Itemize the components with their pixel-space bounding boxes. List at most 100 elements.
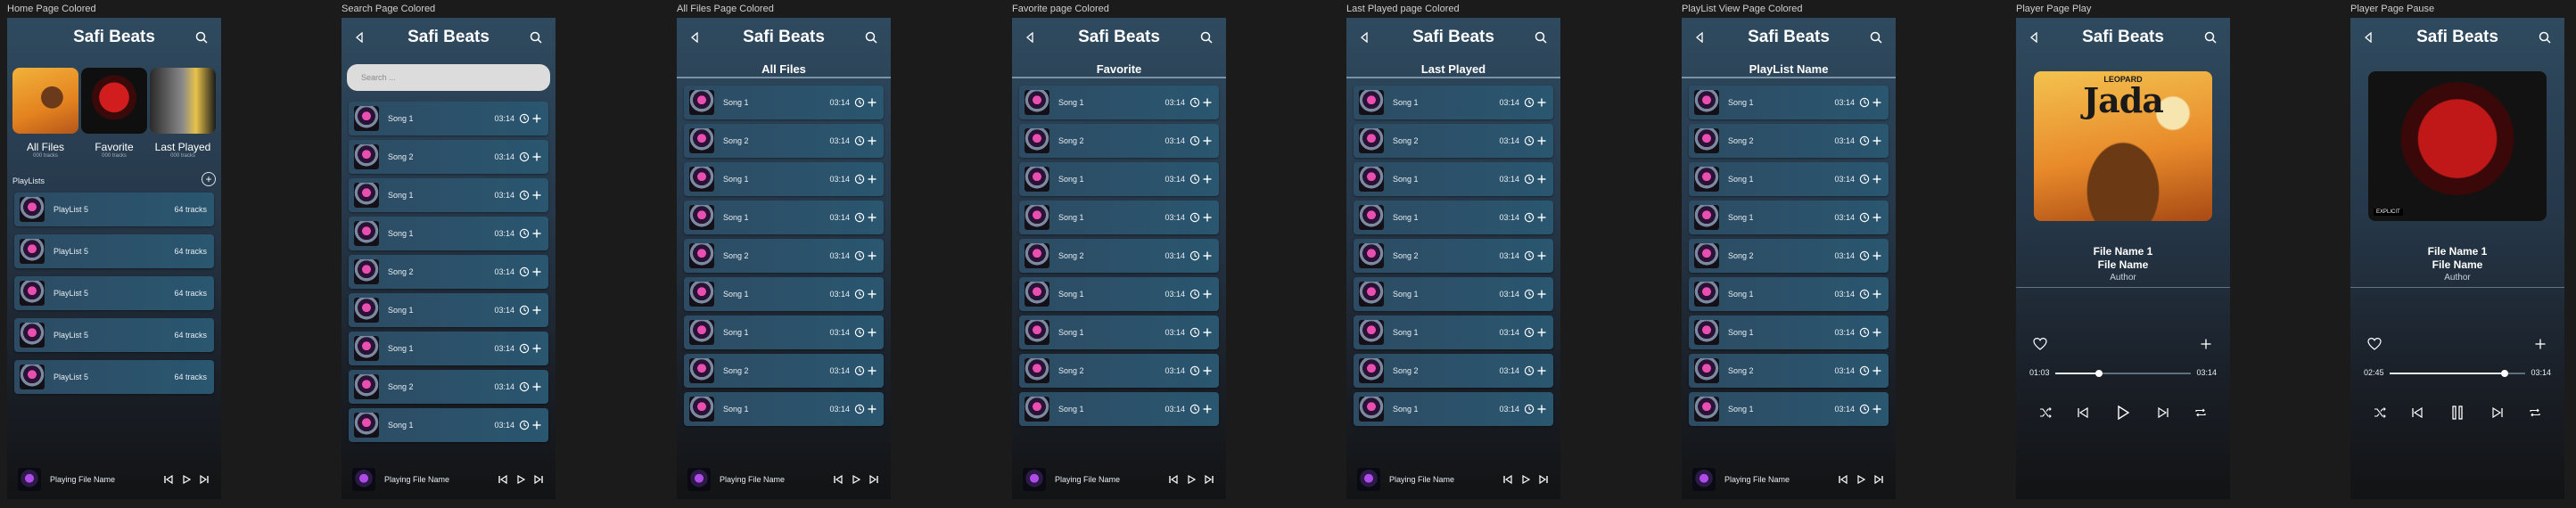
add-icon[interactable] — [1535, 173, 1548, 185]
playlist-row[interactable]: PlayList 5 64 tracks — [14, 360, 214, 394]
song-row[interactable]: Song 1 03:14 — [684, 392, 884, 426]
next-icon[interactable] — [2491, 406, 2504, 419]
add-icon[interactable] — [1201, 403, 1214, 415]
clock-icon[interactable] — [1189, 326, 1201, 339]
add-icon[interactable] — [1201, 211, 1214, 224]
clock-icon[interactable] — [1189, 403, 1201, 415]
clock-icon[interactable] — [1523, 96, 1535, 109]
play-icon[interactable] — [1185, 473, 1197, 486]
search-icon[interactable] — [193, 29, 210, 46]
repeat-icon[interactable] — [2529, 406, 2541, 419]
add-icon[interactable] — [1535, 211, 1548, 224]
add-icon[interactable] — [866, 211, 878, 224]
clock-icon[interactable] — [853, 365, 866, 377]
add-icon[interactable] — [1201, 173, 1214, 185]
add-icon[interactable] — [1871, 326, 1883, 339]
clock-icon[interactable] — [518, 151, 531, 163]
add-icon[interactable] — [866, 403, 878, 415]
clock-icon[interactable] — [853, 211, 866, 224]
shuffle-icon[interactable] — [2039, 406, 2052, 419]
add-icon[interactable] — [1871, 211, 1883, 224]
back-icon[interactable] — [2359, 29, 2377, 46]
add-playlist-button[interactable]: + — [202, 172, 216, 186]
play-icon[interactable] — [850, 473, 862, 486]
add-icon[interactable] — [531, 227, 543, 240]
back-icon[interactable] — [686, 29, 704, 46]
song-row[interactable]: Song 1 03:14 — [1354, 201, 1553, 234]
add-icon[interactable] — [1871, 365, 1883, 377]
clock-icon[interactable] — [1858, 403, 1871, 415]
song-row[interactable]: Song 1 03:14 — [349, 217, 548, 250]
now-playing-bar[interactable]: Playing File Name — [1346, 460, 1560, 499]
add-icon[interactable] — [866, 173, 878, 185]
song-row[interactable]: Song 2 03:14 — [349, 255, 548, 289]
song-row[interactable]: Song 2 03:14 — [349, 370, 548, 404]
song-row[interactable]: Song 1 03:14 — [349, 408, 548, 442]
add-icon[interactable] — [1871, 403, 1883, 415]
progress-knob[interactable] — [2095, 370, 2103, 377]
clock-icon[interactable] — [853, 288, 866, 300]
clock-icon[interactable] — [1523, 173, 1535, 185]
add-icon[interactable] — [531, 419, 543, 431]
shuffle-icon[interactable] — [2374, 406, 2386, 419]
clock-icon[interactable] — [853, 250, 866, 262]
song-row[interactable]: Song 1 03:14 — [684, 201, 884, 234]
add-icon[interactable] — [1535, 96, 1548, 109]
next-icon[interactable] — [198, 473, 210, 486]
add-icon[interactable] — [531, 342, 543, 355]
clock-icon[interactable] — [1858, 326, 1871, 339]
song-row[interactable]: Song 1 03:14 — [1354, 86, 1553, 119]
previous-icon[interactable] — [2411, 406, 2424, 419]
clock-icon[interactable] — [1189, 211, 1201, 224]
clock-icon[interactable] — [1523, 365, 1535, 377]
add-icon[interactable] — [866, 365, 878, 377]
add-icon[interactable] — [1201, 135, 1214, 147]
search-icon[interactable] — [862, 29, 880, 46]
song-row[interactable]: Song 1 03:14 — [1689, 86, 1889, 119]
clock-icon[interactable] — [1858, 211, 1871, 224]
search-icon[interactable] — [1197, 29, 1215, 46]
now-playing-bar[interactable]: Playing File Name — [342, 460, 556, 499]
now-playing-bar[interactable]: Playing File Name — [677, 460, 891, 499]
add-icon[interactable] — [1535, 365, 1548, 377]
previous-icon[interactable] — [1167, 473, 1180, 486]
previous-icon[interactable] — [162, 473, 175, 486]
clock-icon[interactable] — [518, 304, 531, 316]
song-row[interactable]: Song 2 03:14 — [1019, 354, 1219, 388]
song-row[interactable]: Song 1 03:14 — [684, 162, 884, 196]
add-icon[interactable] — [531, 381, 543, 393]
add-icon[interactable] — [1201, 326, 1214, 339]
search-icon[interactable] — [2536, 29, 2554, 46]
clock-icon[interactable] — [1523, 288, 1535, 300]
song-row[interactable]: Song 1 03:14 — [1689, 201, 1889, 234]
add-icon[interactable] — [1535, 288, 1548, 300]
add-icon[interactable] — [531, 151, 543, 163]
song-row[interactable]: Song 1 03:14 — [1019, 315, 1219, 349]
song-row[interactable]: Song 2 03:14 — [1354, 124, 1553, 158]
search-icon[interactable] — [1532, 29, 1550, 46]
song-row[interactable]: Song 1 03:14 — [1689, 162, 1889, 196]
clock-icon[interactable] — [518, 381, 531, 393]
next-icon[interactable] — [1872, 473, 1885, 486]
add-icon[interactable] — [1871, 135, 1883, 147]
clock-icon[interactable] — [1858, 288, 1871, 300]
add-icon[interactable] — [531, 189, 543, 201]
next-icon[interactable] — [868, 473, 880, 486]
clock-icon[interactable] — [518, 227, 531, 240]
clock-icon[interactable] — [1858, 96, 1871, 109]
clock-icon[interactable] — [853, 96, 866, 109]
play-icon[interactable] — [1855, 473, 1867, 486]
now-playing-bar[interactable]: Playing File Name — [1682, 460, 1896, 499]
song-row[interactable]: Song 2 03:14 — [1019, 124, 1219, 158]
clock-icon[interactable] — [1189, 365, 1201, 377]
add-icon[interactable] — [1871, 173, 1883, 185]
next-icon[interactable] — [532, 473, 545, 486]
song-row[interactable]: Song 1 03:14 — [1354, 162, 1553, 196]
clock-icon[interactable] — [1189, 96, 1201, 109]
song-row[interactable]: Song 1 03:14 — [1354, 392, 1553, 426]
clock-icon[interactable] — [1189, 135, 1201, 147]
back-icon[interactable] — [350, 29, 368, 46]
playlist-row[interactable]: PlayList 5 64 tracks — [14, 193, 214, 226]
song-row[interactable]: Song 1 03:14 — [1019, 392, 1219, 426]
clock-icon[interactable] — [853, 135, 866, 147]
